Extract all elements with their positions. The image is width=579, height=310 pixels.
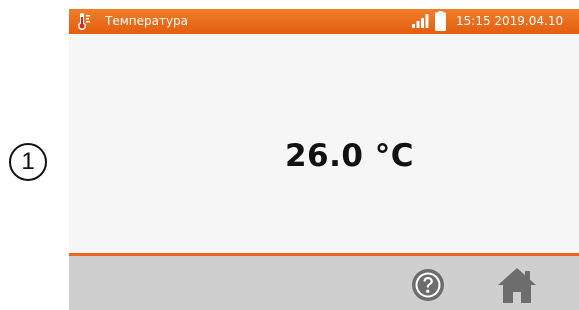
manual-figure: 1 Температура 15:15 2019.04.10 26.0 °C: [0, 0, 579, 310]
bottom-toolbar: [69, 256, 579, 310]
help-icon[interactable]: [411, 268, 445, 302]
temperature-reading: 26.0 °C: [284, 138, 414, 174]
battery-icon: [435, 11, 446, 31]
callout-number: 1: [21, 148, 35, 175]
status-bar: Температура 15:15 2019.04.10: [69, 9, 579, 34]
status-title: Температура: [105, 14, 189, 28]
signal-icon: [412, 14, 429, 28]
callout-marker: 1: [9, 143, 47, 181]
device-screen: Температура 15:15 2019.04.10 26.0 °C: [69, 9, 579, 310]
home-icon[interactable]: [497, 266, 537, 304]
thermometer-icon: [78, 13, 90, 30]
measurement-area: 26.0 °C: [69, 34, 579, 253]
status-datetime: 15:15 2019.04.10: [456, 14, 564, 28]
